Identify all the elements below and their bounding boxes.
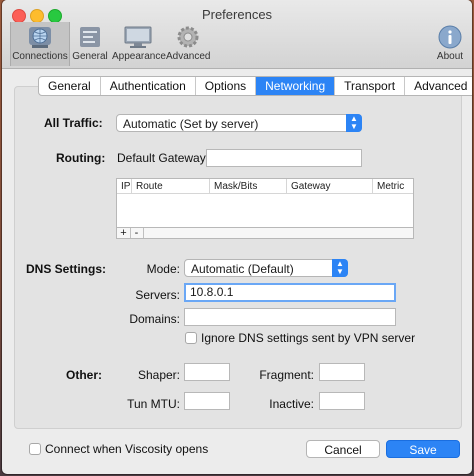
- toolbar-about[interactable]: About: [434, 22, 466, 66]
- connect-on-open-label: Connect when Viscosity opens: [45, 442, 209, 456]
- default-gateway-label: Default Gateway:: [117, 151, 210, 165]
- col-route[interactable]: Route: [132, 179, 210, 194]
- connections-globe-icon: [29, 27, 51, 48]
- title-bar: Preferences Connections General Appearan…: [2, 0, 472, 69]
- add-route-button[interactable]: +: [117, 228, 131, 239]
- col-ip[interactable]: IP: [117, 179, 132, 194]
- default-gateway-field[interactable]: [206, 149, 362, 167]
- advanced-gear-icon: [177, 26, 199, 48]
- routes-table[interactable]: IP Route Mask/Bits Gateway Metric: [116, 178, 414, 228]
- dns-mode-popup[interactable]: Automatic (Default) ▲ ▼: [184, 259, 348, 277]
- toolbar-connections-label: Connections: [12, 51, 68, 62]
- ignore-dns-checkbox[interactable]: [185, 332, 197, 344]
- toolbar-connections[interactable]: Connections: [10, 22, 70, 66]
- save-button[interactable]: Save: [386, 440, 460, 458]
- toolbar-advanced-label: Advanced: [166, 51, 211, 62]
- toolbar-appearance-label: Appearance: [112, 51, 166, 62]
- dns-mode-value: Automatic (Default): [191, 262, 294, 276]
- col-metric[interactable]: Metric: [373, 179, 413, 194]
- appearance-monitor-icon: [124, 26, 152, 48]
- window-title: Preferences: [201, 7, 273, 22]
- other-label: Other:: [66, 368, 102, 382]
- dns-servers-label: Servers:: [135, 288, 180, 302]
- inactive-label: Inactive:: [269, 397, 314, 411]
- shaper-field[interactable]: [184, 363, 230, 381]
- toolbar-appearance[interactable]: Appearance: [112, 22, 166, 66]
- toolbar-about-label: About: [436, 51, 464, 62]
- tab-transport[interactable]: Transport: [335, 77, 406, 95]
- all-traffic-popup[interactable]: Automatic (Set by server) ▲ ▼: [116, 114, 362, 132]
- shaper-label: Shaper:: [137, 368, 180, 382]
- dns-domains-field[interactable]: [184, 308, 396, 326]
- dns-servers-field[interactable]: 10.8.0.1: [184, 283, 396, 302]
- popup-arrows-icon: ▲ ▼: [346, 114, 362, 132]
- tab-authentication[interactable]: Authentication: [101, 77, 196, 95]
- popup-arrows-icon: ▲ ▼: [332, 259, 348, 277]
- dns-settings-label: DNS Settings:: [26, 262, 107, 276]
- preferences-window: Preferences Connections General Appearan…: [2, 0, 472, 474]
- info-icon: [438, 25, 462, 49]
- dns-domains-label: Domains:: [129, 312, 180, 326]
- route-add-remove-bar: + -: [116, 227, 414, 239]
- tab-options[interactable]: Options: [196, 77, 257, 95]
- all-traffic-value: Automatic (Set by server): [123, 117, 259, 131]
- tab-networking[interactable]: Networking: [256, 77, 336, 95]
- toolbar-general-label: General: [72, 51, 108, 62]
- routing-label: Routing:: [56, 151, 106, 165]
- general-icon: [80, 27, 100, 47]
- fragment-field[interactable]: [319, 363, 365, 381]
- toolbar-general[interactable]: General: [70, 22, 110, 66]
- all-traffic-label: All Traffic:: [44, 116, 103, 130]
- tun-mtu-field[interactable]: [184, 392, 230, 410]
- connect-on-open-checkbox[interactable]: [29, 443, 41, 455]
- cancel-button[interactable]: Cancel: [306, 440, 380, 458]
- fragment-label: Fragment:: [259, 368, 314, 382]
- col-gateway[interactable]: Gateway: [287, 179, 373, 194]
- tab-advanced[interactable]: Advanced: [405, 77, 472, 95]
- tab-bar: General Authentication Options Networkin…: [38, 76, 472, 96]
- toolbar-advanced[interactable]: Advanced: [166, 22, 210, 66]
- dns-mode-label: Mode:: [146, 262, 180, 276]
- col-mask-bits[interactable]: Mask/Bits: [210, 179, 287, 194]
- tab-general[interactable]: General: [39, 77, 101, 95]
- inactive-field[interactable]: [319, 392, 365, 410]
- remove-route-button[interactable]: -: [130, 228, 144, 239]
- ignore-dns-label: Ignore DNS settings sent by VPN server: [201, 331, 416, 345]
- tun-mtu-label: Tun MTU:: [127, 397, 180, 411]
